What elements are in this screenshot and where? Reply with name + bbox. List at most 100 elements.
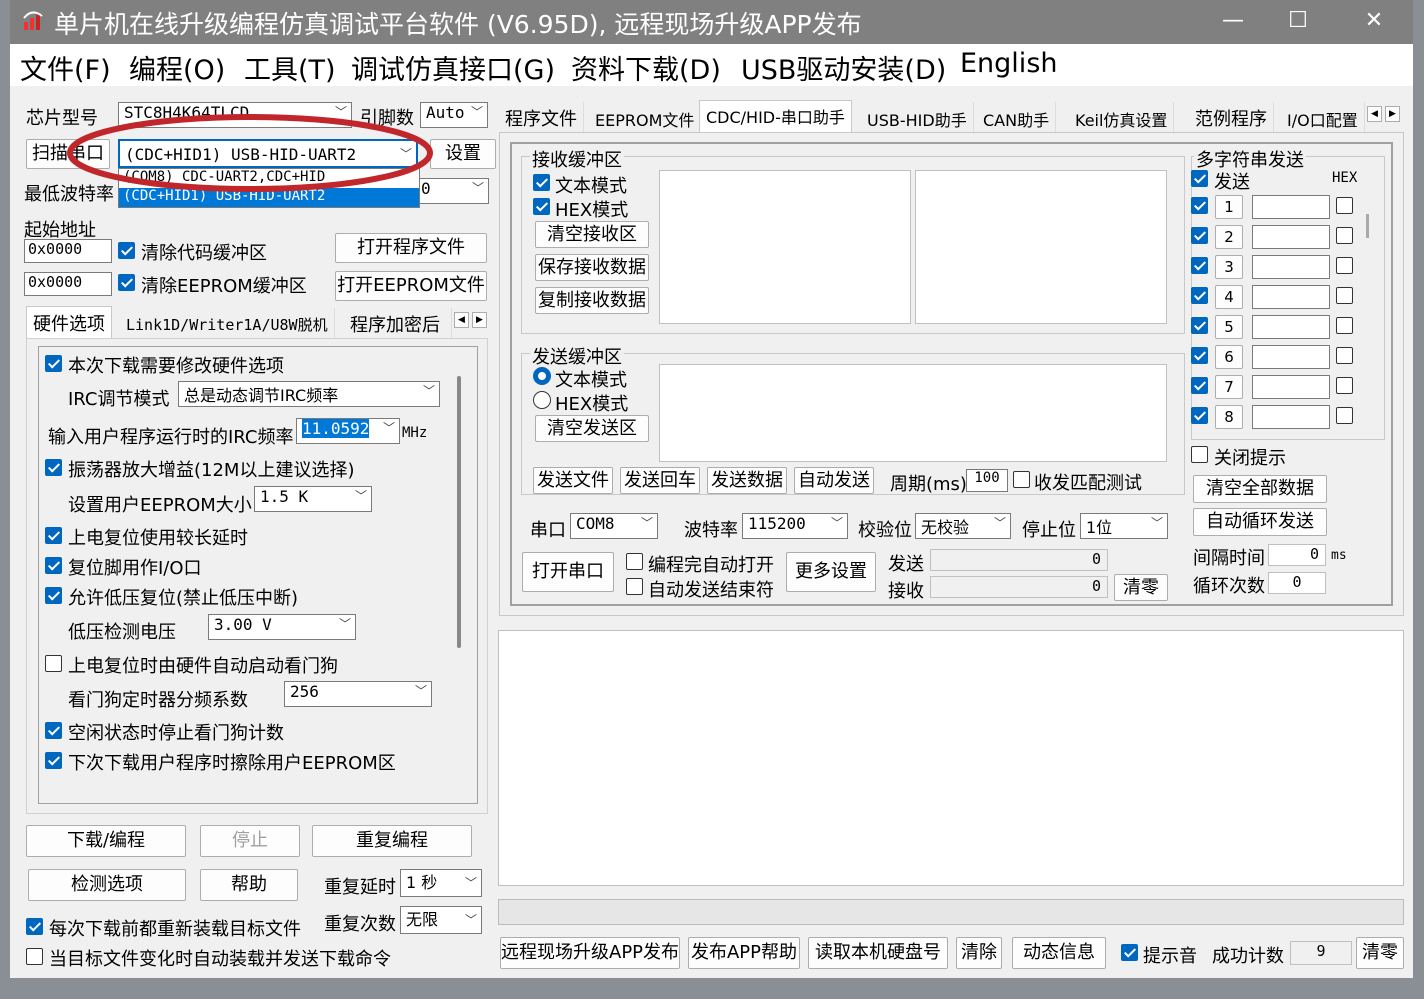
multi-row-checkbox[interactable]: [1191, 407, 1208, 424]
osc-gain-checkbox[interactable]: [45, 459, 62, 476]
clear-all-data-button[interactable]: 清空全部数据: [1193, 475, 1327, 503]
tab-usb-hid[interactable]: USB-HID助手: [861, 102, 974, 132]
multi-row-hex-checkbox[interactable]: [1336, 407, 1353, 424]
long-delay-checkbox[interactable]: [45, 527, 62, 544]
auto-open-checkbox[interactable]: [626, 553, 643, 570]
eeprom-start-address-input[interactable]: 0x0000: [24, 272, 112, 296]
multi-row-checkbox[interactable]: [1191, 227, 1208, 244]
wd-div-select[interactable]: 256 ﹀: [284, 681, 432, 707]
recv-hex-mode-checkbox[interactable]: [533, 198, 550, 215]
send-data-button[interactable]: 发送数据: [707, 467, 787, 494]
match-test-checkbox[interactable]: [1013, 471, 1030, 488]
multi-row-send-button[interactable]: 1: [1215, 195, 1243, 219]
multi-send-all-checkbox[interactable]: [1191, 170, 1208, 187]
multi-row-input[interactable]: [1252, 225, 1330, 249]
repeat-program-button[interactable]: 重复编程: [312, 825, 472, 857]
clear-eeprom-checkbox[interactable]: [118, 274, 135, 291]
maximize-button[interactable]: ☐: [1278, 4, 1318, 38]
repeat-delay-select[interactable]: 1 秒 ﹀: [400, 869, 482, 897]
interval-input[interactable]: 0: [1268, 544, 1326, 566]
minimize-button[interactable]: —: [1213, 4, 1253, 38]
send-hex-mode-radio[interactable]: [533, 391, 551, 409]
clear-count-button[interactable]: 清零: [1114, 574, 1168, 601]
tab-offline[interactable]: Link1D/Writer1A/U8W脱机: [120, 308, 335, 338]
stop-bits-select[interactable]: 1位 ﹀: [1080, 513, 1168, 539]
multi-row-checkbox[interactable]: [1191, 197, 1208, 214]
multi-row-send-button[interactable]: 2: [1215, 225, 1243, 249]
tab-scroll-left-icon[interactable]: ◀: [1367, 106, 1382, 122]
irc-freq-select[interactable]: 11.0592 ﹀: [296, 418, 400, 444]
menu-english[interactable]: English: [960, 48, 1058, 79]
multi-row-checkbox[interactable]: [1191, 317, 1208, 334]
remote-publish-button[interactable]: 远程现场升级APP发布: [500, 937, 680, 969]
repeat-count-select[interactable]: 无限 ﹀: [400, 906, 482, 934]
irc-mode-select[interactable]: 总是动态调节IRC频率 ﹀: [178, 381, 440, 407]
tab-keil-sim[interactable]: Keil仿真设置: [1069, 102, 1175, 132]
menu-tools[interactable]: 工具(T): [244, 48, 336, 87]
clear-log-button[interactable]: 清除: [956, 937, 1002, 969]
multi-row-send-button[interactable]: 3: [1215, 255, 1243, 279]
tab-program-file[interactable]: 程序文件: [499, 102, 584, 132]
menu-debug-interface[interactable]: 调试仿真接口(G): [351, 48, 555, 87]
clear-receive-button[interactable]: 清空接收区: [535, 221, 649, 248]
multi-row-send-button[interactable]: 8: [1215, 405, 1243, 429]
dynamic-info-button[interactable]: 动态信息: [1012, 937, 1106, 969]
tab-io-config[interactable]: I/O口配置: [1281, 102, 1365, 132]
open-eeprom-file-button[interactable]: 打开EEPROM文件: [335, 271, 487, 301]
copy-receive-button[interactable]: 复制接收数据: [535, 287, 649, 314]
loop-count-input[interactable]: 0: [1268, 572, 1326, 594]
success-clear-button[interactable]: 清零: [1356, 937, 1404, 969]
tab-scroll-left-icon[interactable]: ◀: [454, 312, 469, 328]
multi-row-hex-checkbox[interactable]: [1336, 287, 1353, 304]
multi-row-input[interactable]: [1252, 345, 1330, 369]
low-volt-select[interactable]: 3.00 V ﹀: [208, 614, 356, 640]
close-hint-checkbox[interactable]: [1191, 446, 1208, 463]
detect-options-button[interactable]: 检测选项: [28, 869, 186, 901]
menu-file[interactable]: 文件(F): [20, 48, 111, 87]
multi-row-hex-checkbox[interactable]: [1336, 257, 1353, 274]
auto-reload-checkbox[interactable]: [26, 948, 43, 965]
recv-text-mode-checkbox[interactable]: [533, 174, 550, 191]
multi-row-send-button[interactable]: 7: [1215, 375, 1243, 399]
send-text-mode-radio[interactable]: [533, 367, 551, 385]
low-volt-reset-checkbox[interactable]: [45, 587, 62, 604]
multi-row-input[interactable]: [1252, 375, 1330, 399]
baud-select[interactable]: 115200 ﹀: [742, 513, 848, 539]
menu-usb-driver[interactable]: USB驱动安装(D): [741, 48, 946, 87]
erase-eeprom-checkbox[interactable]: [45, 752, 62, 769]
receive-text-area[interactable]: [659, 170, 911, 324]
menu-downloads[interactable]: 资料下载(D): [571, 48, 721, 87]
publish-help-button[interactable]: 发布APP帮助: [688, 937, 800, 969]
tab-hardware-options[interactable]: 硬件选项: [26, 306, 112, 338]
multi-row-checkbox[interactable]: [1191, 347, 1208, 364]
serial-port-select[interactable]: COM8 ﹀: [570, 513, 658, 539]
period-input[interactable]: 100: [966, 469, 1008, 492]
auto-end-checkbox[interactable]: [626, 578, 643, 595]
multi-row-hex-checkbox[interactable]: [1336, 317, 1353, 334]
clear-code-checkbox[interactable]: [118, 242, 135, 259]
settings-button[interactable]: 设置: [430, 139, 496, 169]
tab-scroll-right-icon[interactable]: ▶: [472, 312, 487, 328]
clear-send-button[interactable]: 清空发送区: [535, 415, 649, 442]
reset-io-checkbox[interactable]: [45, 557, 62, 574]
multi-row-input[interactable]: [1252, 315, 1330, 339]
multi-scrollbar[interactable]: [1366, 214, 1369, 238]
send-text-area[interactable]: [659, 364, 1167, 462]
auto-send-button[interactable]: 自动发送: [794, 467, 874, 494]
watchdog-auto-checkbox[interactable]: [45, 655, 62, 672]
multi-row-send-button[interactable]: 6: [1215, 345, 1243, 369]
idle-stop-wd-checkbox[interactable]: [45, 722, 62, 739]
download-program-button[interactable]: 下载/编程: [26, 825, 186, 857]
tab-serial-assistant[interactable]: CDC/HID-串口助手: [699, 100, 852, 132]
multi-row-input[interactable]: [1252, 405, 1330, 429]
tab-examples[interactable]: 范例程序: [1189, 102, 1274, 132]
save-receive-button[interactable]: 保存接收数据: [535, 254, 649, 281]
multi-row-checkbox[interactable]: [1191, 377, 1208, 394]
more-settings-button[interactable]: 更多设置: [786, 552, 876, 592]
multi-row-checkbox[interactable]: [1191, 287, 1208, 304]
send-cr-button[interactable]: 发送回车: [620, 467, 700, 494]
help-button[interactable]: 帮助: [200, 869, 298, 901]
open-program-file-button[interactable]: 打开程序文件: [335, 233, 487, 263]
menu-program[interactable]: 编程(O): [129, 48, 225, 87]
output-log-area[interactable]: [498, 630, 1404, 886]
